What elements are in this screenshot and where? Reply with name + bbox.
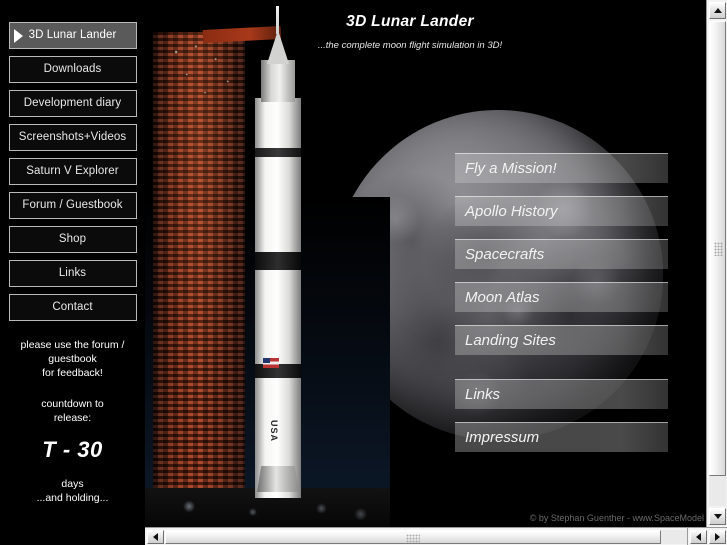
moon-menu-item-label: Spacecrafts bbox=[465, 246, 545, 263]
scroll-left-button-secondary[interactable] bbox=[690, 530, 707, 544]
feedback-note-line-2: guestbook bbox=[48, 353, 97, 365]
rocket-nose-cone bbox=[267, 30, 289, 64]
feedback-note-line-3: for feedback! bbox=[42, 367, 103, 379]
sidebar-item-label: Links bbox=[58, 267, 87, 279]
sidebar-item-label: 3D Lunar Lander bbox=[28, 29, 117, 41]
moon-menu-item-impressum[interactable]: Impressum bbox=[455, 422, 668, 452]
pad-lights bbox=[145, 496, 390, 522]
chevron-left-icon bbox=[696, 533, 701, 541]
copyright-text: © by Stephan Guenther - www.SpaceModel bbox=[529, 513, 704, 523]
feedback-note: please use the forum / guestbook for fee… bbox=[3, 338, 143, 380]
sidebar-item-downloads[interactable]: Downloads bbox=[8, 56, 137, 83]
moon-menu-item-label: Impressum bbox=[465, 429, 540, 446]
chevron-left-icon bbox=[153, 533, 158, 541]
sidebar-item-label: Shop bbox=[58, 233, 87, 245]
sidebar-item-label: Contact bbox=[52, 301, 93, 313]
moon-menu-item-spacecrafts[interactable]: Spacecrafts bbox=[455, 239, 668, 269]
sidebar-item-3d-lunar-lander[interactable]: 3D Lunar Lander bbox=[8, 22, 137, 49]
scroll-left-button[interactable] bbox=[147, 530, 164, 544]
moon-menu-item-label: Moon Atlas bbox=[465, 289, 540, 306]
sidebar-item-label: Forum / Guestbook bbox=[22, 199, 123, 211]
saturn-v-rocket-image: USA bbox=[145, 0, 390, 527]
moon-menu-item-label: Landing Sites bbox=[465, 332, 556, 349]
sidebar-item-label: Saturn V Explorer bbox=[26, 165, 119, 177]
sidebar-item-contact[interactable]: Contact bbox=[8, 294, 137, 321]
moon-menu: Fly a Mission! Apollo History Spacecraft… bbox=[455, 153, 670, 465]
chevron-right-icon bbox=[715, 533, 720, 541]
us-flag-marking bbox=[263, 358, 279, 368]
sidebar-item-label: Development diary bbox=[23, 97, 122, 109]
rocket-upper-stage bbox=[261, 60, 295, 102]
moon-menu-item-fly-a-mission[interactable]: Fly a Mission! bbox=[455, 153, 668, 183]
horizontal-scrollbar[interactable] bbox=[145, 527, 706, 545]
sidebar-nav: 3D Lunar Lander Downloads Development di… bbox=[0, 0, 145, 321]
horizontal-scrollbar-thumb[interactable] bbox=[165, 530, 661, 544]
vertical-scrollbar[interactable] bbox=[706, 0, 727, 527]
moon-menu-item-label: Fly a Mission! bbox=[465, 160, 557, 177]
countdown-units: days bbox=[61, 478, 84, 490]
chevron-down-icon bbox=[713, 514, 722, 519]
horizontal-scrollbar-track[interactable] bbox=[165, 530, 704, 544]
sidebar-item-saturn-v-explorer[interactable]: Saturn V Explorer bbox=[8, 158, 137, 185]
moon-menu-item-landing-sites[interactable]: Landing Sites bbox=[455, 325, 668, 355]
countdown-label-line-1: countdown to bbox=[41, 398, 104, 410]
sidebar-item-shop[interactable]: Shop bbox=[8, 226, 137, 253]
moon-menu-item-label: Apollo History bbox=[465, 203, 558, 220]
countdown-status: days ...and holding... bbox=[3, 477, 143, 505]
content-area: USA 3D Lunar Lander ...the complete moon… bbox=[145, 0, 706, 527]
tower-lights bbox=[167, 38, 243, 108]
sidebar-item-forum-guestbook[interactable]: Forum / Guestbook bbox=[8, 192, 137, 219]
moon-menu-item-links[interactable]: Links bbox=[455, 379, 668, 409]
scrollbar-corner bbox=[687, 527, 727, 545]
rocket-engine-skirt bbox=[257, 466, 299, 492]
sidebar-item-label: Screenshots+Videos bbox=[18, 131, 127, 143]
sidebar-item-development-diary[interactable]: Development diary bbox=[8, 90, 137, 117]
moon-menu-item-moon-atlas[interactable]: Moon Atlas bbox=[455, 282, 668, 312]
scrollbar-grip-icon bbox=[714, 241, 723, 256]
sidebar: 3D Lunar Lander Downloads Development di… bbox=[0, 0, 145, 545]
scroll-down-button[interactable] bbox=[709, 508, 726, 525]
countdown-label: countdown to release: bbox=[3, 397, 143, 425]
scroll-right-button[interactable] bbox=[709, 530, 726, 544]
rocket-band-upper bbox=[255, 148, 301, 157]
sidebar-item-screenshots-videos[interactable]: Screenshots+Videos bbox=[8, 124, 137, 151]
countdown-holding-text: ...and holding... bbox=[36, 492, 109, 504]
scrollbar-grip-icon bbox=[406, 534, 420, 543]
vertical-scrollbar-thumb[interactable] bbox=[709, 21, 726, 476]
vertical-scrollbar-track[interactable] bbox=[709, 21, 726, 506]
sidebar-item-links[interactable]: Links bbox=[8, 260, 137, 287]
rocket-usa-marking: USA bbox=[269, 420, 279, 443]
feedback-note-line-1: please use the forum / bbox=[20, 339, 125, 351]
countdown-value: T - 30 bbox=[42, 437, 103, 462]
moon-menu-item-label: Links bbox=[465, 386, 501, 403]
countdown-label-line-2: release: bbox=[53, 412, 92, 424]
moon-menu-item-apollo-history[interactable]: Apollo History bbox=[455, 196, 668, 226]
active-arrow-icon bbox=[13, 28, 23, 43]
page-root: 3D Lunar Lander Downloads Development di… bbox=[0, 0, 727, 545]
sidebar-item-label: Downloads bbox=[43, 63, 102, 75]
scroll-up-button[interactable] bbox=[709, 2, 726, 19]
chevron-up-icon bbox=[713, 8, 722, 13]
rocket-band-middle bbox=[255, 252, 301, 270]
rocket-escape-tower bbox=[276, 6, 279, 34]
